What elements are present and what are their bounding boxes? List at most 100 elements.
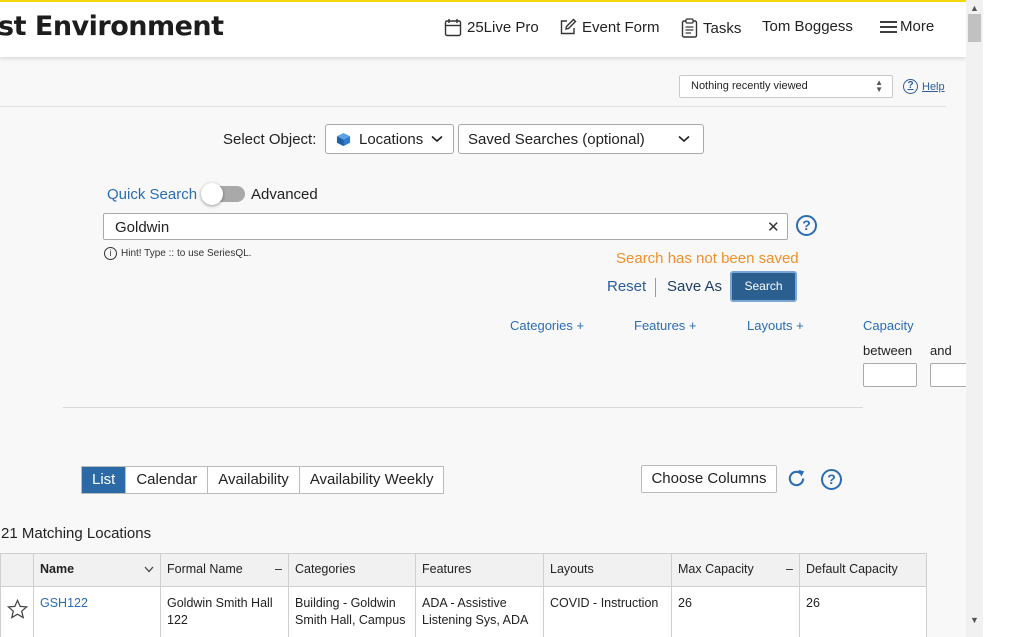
view-tabs: List Calendar Availability Availability … — [81, 466, 445, 494]
info-icon: i — [104, 247, 117, 260]
scroll-thumb[interactable] — [968, 14, 981, 42]
hamburger-icon — [880, 20, 897, 33]
column-label: Features — [422, 562, 472, 576]
save-as-button[interactable]: Save As — [667, 278, 722, 295]
capacity-max-input[interactable] — [930, 363, 966, 387]
app-header: st Environment 25Live Pro Event Form Tas… — [0, 2, 966, 57]
select-arrows-icon: ▲ ▼ — [875, 78, 883, 94]
column-label: Name — [40, 562, 75, 576]
saved-searches-value: Saved Searches (optional) — [468, 130, 645, 148]
choose-columns-button[interactable]: Choose Columns — [641, 465, 777, 493]
quick-search-label[interactable]: Quick Search — [107, 186, 197, 203]
scroll-up-arrow-icon[interactable]: ▲ — [970, 3, 979, 13]
object-type-value: Locations — [359, 130, 424, 148]
features-filter[interactable]: Features + — [634, 318, 697, 333]
hint-text: Hint! Type :: to use SeriesQL. — [121, 248, 252, 259]
clipboard-icon — [681, 18, 698, 38]
seriesql-hint: i Hint! Type :: to use SeriesQL. — [104, 247, 251, 260]
star-icon[interactable] — [6, 598, 28, 619]
column-label: Categories — [295, 562, 356, 576]
categories-filter[interactable]: Categories + — [510, 318, 584, 333]
features-cell: ADA - Assistive Listening Sys, ADA — [415, 586, 544, 637]
between-label: between — [863, 343, 913, 358]
default-capacity-cell: 26 — [799, 586, 927, 637]
column-label: Default Capacity — [806, 562, 898, 576]
tab-availability-weekly[interactable]: Availability Weekly — [300, 467, 444, 493]
minus-icon: – — [275, 562, 282, 576]
cube-icon — [336, 132, 351, 146]
and-label: and — [930, 343, 952, 358]
column-header-categories[interactable]: Categories — [288, 553, 416, 587]
clear-search-icon[interactable]: ✕ — [767, 218, 780, 236]
search-help-icon[interactable]: ? — [796, 215, 817, 236]
edit-icon — [560, 18, 577, 35]
categories-cell: Building - Goldwin Smith Hall, Campus — [288, 586, 416, 637]
nav-label: Event Form — [582, 18, 660, 36]
vertical-scrollbar[interactable]: ▲ ▼ — [966, 0, 983, 637]
minus-icon: – — [786, 562, 793, 576]
chevron-down-icon — [678, 135, 690, 143]
matching-count: 21 Matching Locations — [1, 525, 152, 542]
select-object-label: Select Object: — [223, 131, 317, 148]
table-header-row: Name Formal Name – Categories Features La… — [0, 553, 927, 587]
environment-title: st Environment — [0, 11, 224, 42]
chevron-down-icon — [431, 135, 443, 143]
search-query: Goldwin — [115, 219, 170, 236]
nav-more[interactable]: More — [879, 18, 934, 35]
nav-label: 25Live Pro — [467, 19, 539, 36]
toggle-knob — [201, 183, 223, 205]
column-header-max-capacity[interactable]: Max Capacity – — [671, 553, 800, 587]
tab-list[interactable]: List — [82, 467, 127, 493]
results-help-icon[interactable]: ? — [821, 469, 842, 490]
capacity-min-input[interactable] — [863, 363, 917, 387]
column-header-formal-name[interactable]: Formal Name – — [160, 553, 289, 587]
help-label: Help — [922, 80, 945, 93]
favorite-column-header — [0, 553, 34, 587]
user-name: Tom Boggess — [762, 18, 853, 35]
search-status: Search has not been saved — [616, 250, 799, 267]
column-label: Layouts — [550, 562, 594, 576]
section-divider — [63, 407, 863, 408]
column-header-name[interactable]: Name — [33, 553, 161, 587]
capacity-label: Capacity — [863, 318, 914, 333]
nav-label: More — [900, 18, 935, 35]
layouts-filter[interactable]: Layouts + — [747, 318, 804, 333]
column-header-default-capacity[interactable]: Default Capacity — [799, 553, 927, 587]
object-type-dropdown[interactable]: Locations — [325, 124, 454, 154]
saved-searches-dropdown[interactable]: Saved Searches (optional) — [458, 124, 704, 154]
results-table: Name Formal Name – Categories Features La… — [0, 553, 927, 637]
column-label: Max Capacity — [678, 562, 754, 576]
page: st Environment 25Live Pro Event Form Tas… — [0, 0, 966, 637]
help-link[interactable]: ? Help — [903, 79, 945, 94]
advanced-label[interactable]: Advanced — [251, 186, 318, 203]
search-mode-toggle[interactable] — [201, 183, 245, 205]
search-button[interactable]: Search — [730, 271, 797, 302]
recently-viewed-value: Nothing recently viewed — [691, 80, 808, 92]
tab-availability[interactable]: Availability — [208, 467, 300, 493]
search-input[interactable]: Goldwin — [103, 213, 788, 240]
nav-tasks[interactable]: Tasks — [681, 18, 741, 38]
column-header-features[interactable]: Features — [415, 553, 544, 587]
refresh-icon[interactable] — [786, 468, 807, 489]
recently-viewed-select[interactable]: Nothing recently viewed ▲ ▼ — [679, 75, 893, 98]
subbar-divider — [0, 106, 946, 107]
column-header-layouts[interactable]: Layouts — [543, 553, 672, 587]
tab-calendar[interactable]: Calendar — [126, 467, 209, 493]
chevron-down-icon — [144, 566, 154, 572]
nav-25live-pro[interactable]: 25Live Pro — [444, 18, 539, 37]
favorite-cell[interactable] — [0, 586, 34, 637]
layouts-cell: COVID - Instruction — [543, 586, 672, 637]
formal-name-cell: Goldwin Smith Hall 122 — [160, 586, 289, 637]
nav-label: Tasks — [703, 19, 742, 37]
column-label: Formal Name — [167, 562, 243, 576]
calendar-icon — [444, 19, 462, 37]
nav-event-form[interactable]: Event Form — [559, 18, 660, 36]
location-name-link[interactable]: GSH122 — [33, 586, 161, 637]
scroll-down-arrow-icon[interactable]: ▼ — [970, 615, 979, 625]
nav-user[interactable]: Tom Boggess — [762, 18, 853, 35]
question-circle-icon: ? — [903, 79, 918, 94]
table-row: GSH122 Goldwin Smith Hall 122 Building -… — [0, 586, 927, 637]
max-capacity-cell: 26 — [671, 586, 800, 637]
action-separator — [655, 278, 656, 297]
reset-button[interactable]: Reset — [607, 278, 646, 295]
